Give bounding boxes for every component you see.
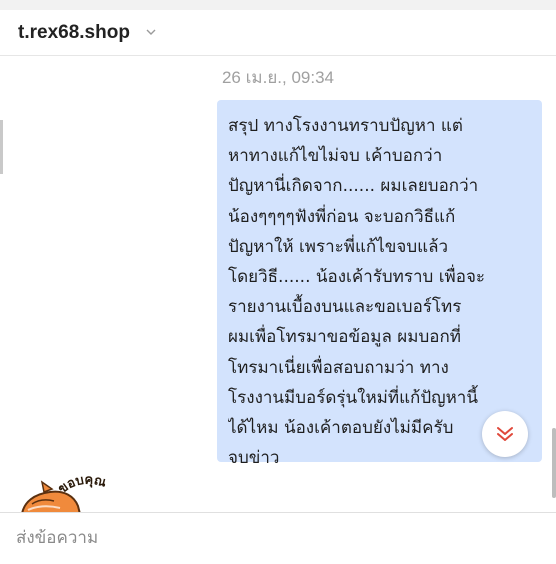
- message-composer: [0, 512, 556, 564]
- message-input[interactable]: [0, 513, 556, 563]
- message-line: หาทางแก้ไขไม่จบ เค้าบอกว่า: [228, 146, 443, 167]
- message-line: ปัญหานี่เกิดจาก...... ผมเลยบอกว่า: [228, 176, 479, 197]
- message-scrollbar[interactable]: [552, 428, 556, 498]
- chat-header: t.rex68.shop: [0, 10, 556, 56]
- chevron-down-icon[interactable]: [146, 28, 156, 36]
- top-strip: [0, 0, 556, 10]
- message-line: ผมเพื่อโทรมาขอข้อมูล ผมบอกที่: [228, 327, 461, 348]
- message-line: โดยวิธี...... น้องเค้ารับทราบ เพื่อจะ: [228, 267, 486, 288]
- sticker-text: ขอบคุณ: [56, 474, 108, 497]
- shop-name[interactable]: t.rex68.shop: [18, 21, 130, 45]
- message-timestamp: 26 เม.ย., 09:34: [221, 68, 335, 87]
- message-line: น้องๆๆๆๆฟังพี่ก่อน จะบอกวิธีแก้: [228, 206, 456, 227]
- cat-sticker[interactable]: ขอบคุณ: [20, 474, 120, 512]
- message-line: ปัญหาให้ เพราะพี่แก้ไขจบแล้ว: [228, 236, 449, 257]
- chat-window: t.rex68.shop 26 เม.ย., 09:34 สรุป ทางโรง…: [0, 0, 556, 564]
- scroll-to-bottom-button[interactable]: [482, 411, 528, 457]
- message-line: สรุป ทางโรงงานทราบปัญหา แต่: [228, 116, 463, 136]
- double-chevron-down-icon: [497, 427, 513, 441]
- message-line: จบข่าว: [228, 448, 280, 469]
- outgoing-message-bubble: สรุป ทางโรงงานทราบปัญหา แต่ หาทางแก้ไขไม…: [217, 100, 542, 468]
- sticker-art: ขอบคุณ: [21, 474, 108, 512]
- message-line: โรงงานมีบอร์ดรุ่นใหม่ที่แก้ปัญหานี้: [228, 387, 478, 408]
- message-line: รายงานเบื้องบนและขอเบอร์โทร: [228, 297, 462, 318]
- message-line: โทรมาเนี่ยเพื่อสอบถามว่า ทาง: [228, 357, 449, 378]
- left-scroll-indicator: [0, 120, 3, 174]
